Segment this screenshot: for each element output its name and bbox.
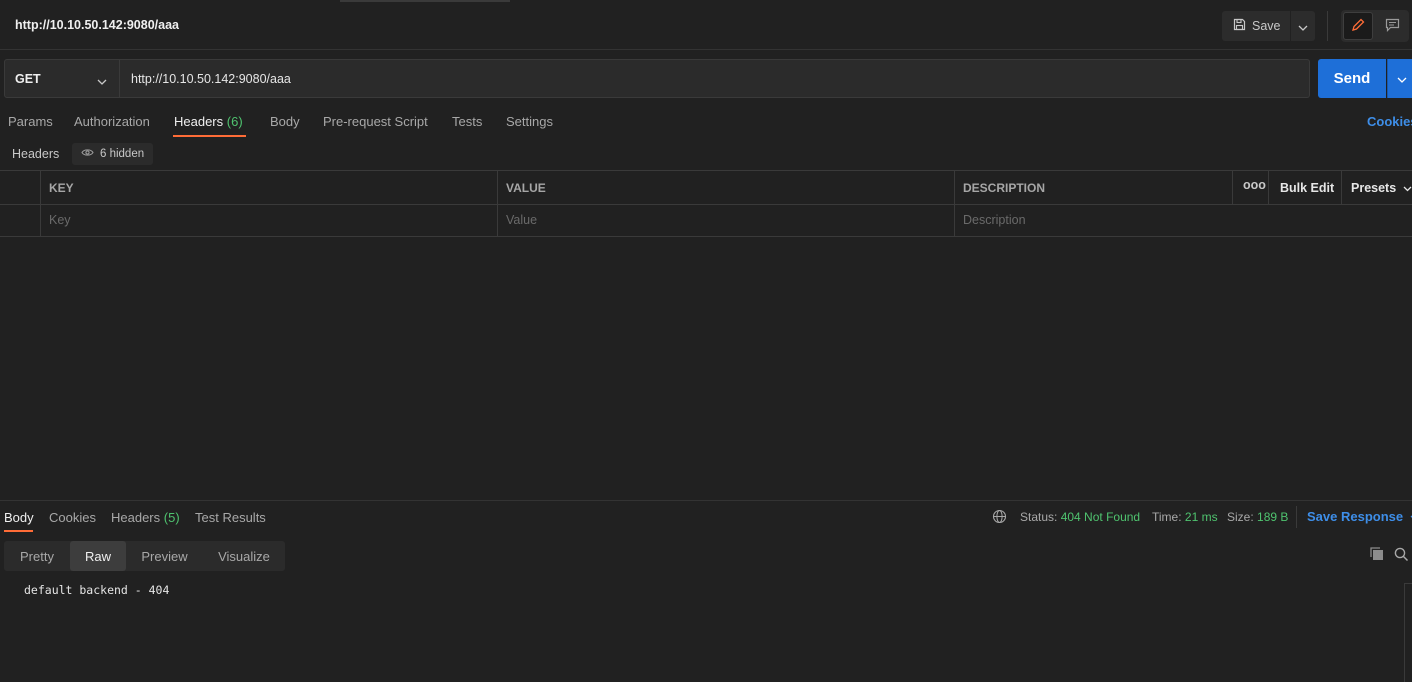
size-value: 189 B [1257, 510, 1289, 524]
tab-params[interactable]: Params [8, 114, 53, 129]
save-response-label: Save Response [1307, 509, 1404, 524]
headers-table: KEY VALUE DESCRIPTION ooo Bulk Edit Pres… [0, 170, 1412, 237]
chevron-down-icon [1397, 71, 1407, 86]
comments-button[interactable] [1377, 12, 1407, 40]
hidden-headers-label: 6 hidden [100, 148, 145, 160]
copy-icon[interactable] [1370, 547, 1384, 564]
globe-icon[interactable] [992, 509, 1007, 527]
request-header-bar: http://10.10.50.142:9080/aaa Save [0, 0, 1412, 50]
more-options-button[interactable]: ooo [1243, 178, 1266, 192]
response-tab-cookies[interactable]: Cookies [49, 510, 96, 525]
request-tabs: Params Authorization Headers (6) Body Pr… [0, 108, 1412, 140]
presets-button[interactable]: Presets [1351, 181, 1412, 195]
response-size[interactable]: Size: 189 B [1227, 510, 1288, 524]
column-divider [1268, 171, 1269, 204]
row-divider [0, 204, 1412, 205]
save-button[interactable]: Save [1222, 11, 1290, 41]
view-mode-toggle [1341, 10, 1409, 42]
active-tab-indicator [173, 135, 246, 137]
comment-icon [1385, 18, 1400, 35]
description-input[interactable]: Description [963, 213, 1026, 227]
tab-strip-line [340, 0, 510, 2]
value-input[interactable]: Value [506, 213, 537, 227]
view-pretty-button[interactable]: Pretty [4, 541, 70, 571]
search-icon[interactable] [1394, 547, 1409, 565]
column-divider [40, 171, 41, 237]
response-active-tab-indicator [4, 530, 33, 532]
view-preview-button[interactable]: Preview [126, 541, 203, 571]
divider [1327, 11, 1328, 41]
save-label: Save [1252, 19, 1281, 33]
presets-label: Presets [1351, 181, 1397, 195]
tab-authorization[interactable]: Authorization [74, 114, 150, 129]
tab-headers[interactable]: Headers (6) [174, 114, 243, 129]
view-raw-button[interactable]: Raw [70, 541, 126, 571]
tab-body[interactable]: Body [270, 114, 300, 129]
method-select[interactable]: GET [4, 59, 120, 98]
column-divider [1341, 171, 1342, 204]
url-input[interactable] [120, 59, 1310, 98]
tab-tests[interactable]: Tests [452, 114, 482, 129]
status-value: 404 Not Found [1060, 510, 1141, 524]
column-divider [954, 171, 955, 237]
cookies-link[interactable]: Cookies [1367, 114, 1412, 129]
time-value: 21 ms [1184, 510, 1218, 524]
response-scrollbar[interactable] [1404, 583, 1412, 682]
column-header-value: VALUE [506, 181, 546, 195]
response-tab-body[interactable]: Body [4, 510, 34, 525]
pencil-icon [1351, 18, 1365, 35]
chevron-down-icon [97, 74, 107, 88]
send-button[interactable]: Send [1318, 59, 1386, 98]
response-tab-headers[interactable]: Headers (5) [111, 510, 180, 525]
save-icon [1233, 18, 1246, 34]
response-tab-headers-count: (5) [163, 510, 180, 525]
hidden-headers-toggle[interactable]: 6 hidden [72, 143, 154, 165]
response-time[interactable]: Time: 21 ms [1152, 510, 1218, 524]
response-view-mode: Pretty Raw Preview Visualize [4, 541, 285, 571]
tab-pre-request-script[interactable]: Pre-request Script [323, 114, 428, 129]
edit-mode-button[interactable] [1343, 12, 1373, 40]
bulk-edit-button[interactable]: Bulk Edit [1280, 181, 1334, 195]
tab-headers-label: Headers [174, 114, 224, 129]
divider [1296, 506, 1297, 528]
key-input[interactable]: Key [49, 213, 71, 227]
request-title[interactable]: http://10.10.50.142:9080/aaa [15, 18, 179, 32]
column-header-key: KEY [49, 181, 74, 195]
tab-headers-count: (6) [226, 114, 243, 129]
send-options-button[interactable] [1387, 59, 1412, 98]
view-visualize-button[interactable]: Visualize [203, 541, 285, 571]
response-tab-test-results[interactable]: Test Results [195, 510, 266, 525]
save-options-button[interactable] [1291, 11, 1315, 41]
save-response-button[interactable]: Save Response [1307, 509, 1412, 524]
response-tab-headers-label: Headers [111, 510, 161, 525]
column-divider [1232, 171, 1233, 204]
size-label: Size: [1227, 510, 1254, 524]
status-label: Status: [1020, 510, 1058, 524]
headers-section-title: Headers [12, 147, 60, 161]
response-divider [0, 500, 1412, 501]
eye-icon [81, 148, 94, 160]
time-label: Time: [1152, 510, 1182, 524]
chevron-down-icon [1407, 509, 1412, 524]
column-divider [497, 171, 498, 237]
tab-settings[interactable]: Settings [506, 114, 553, 129]
chevron-down-icon [1298, 19, 1308, 34]
chevron-down-icon [1400, 181, 1412, 195]
response-status[interactable]: Status: 404 Not Found [1020, 510, 1140, 524]
column-header-description: DESCRIPTION [963, 181, 1046, 195]
response-body[interactable]: default backend - 404 [24, 583, 169, 597]
method-label: GET [15, 71, 41, 86]
